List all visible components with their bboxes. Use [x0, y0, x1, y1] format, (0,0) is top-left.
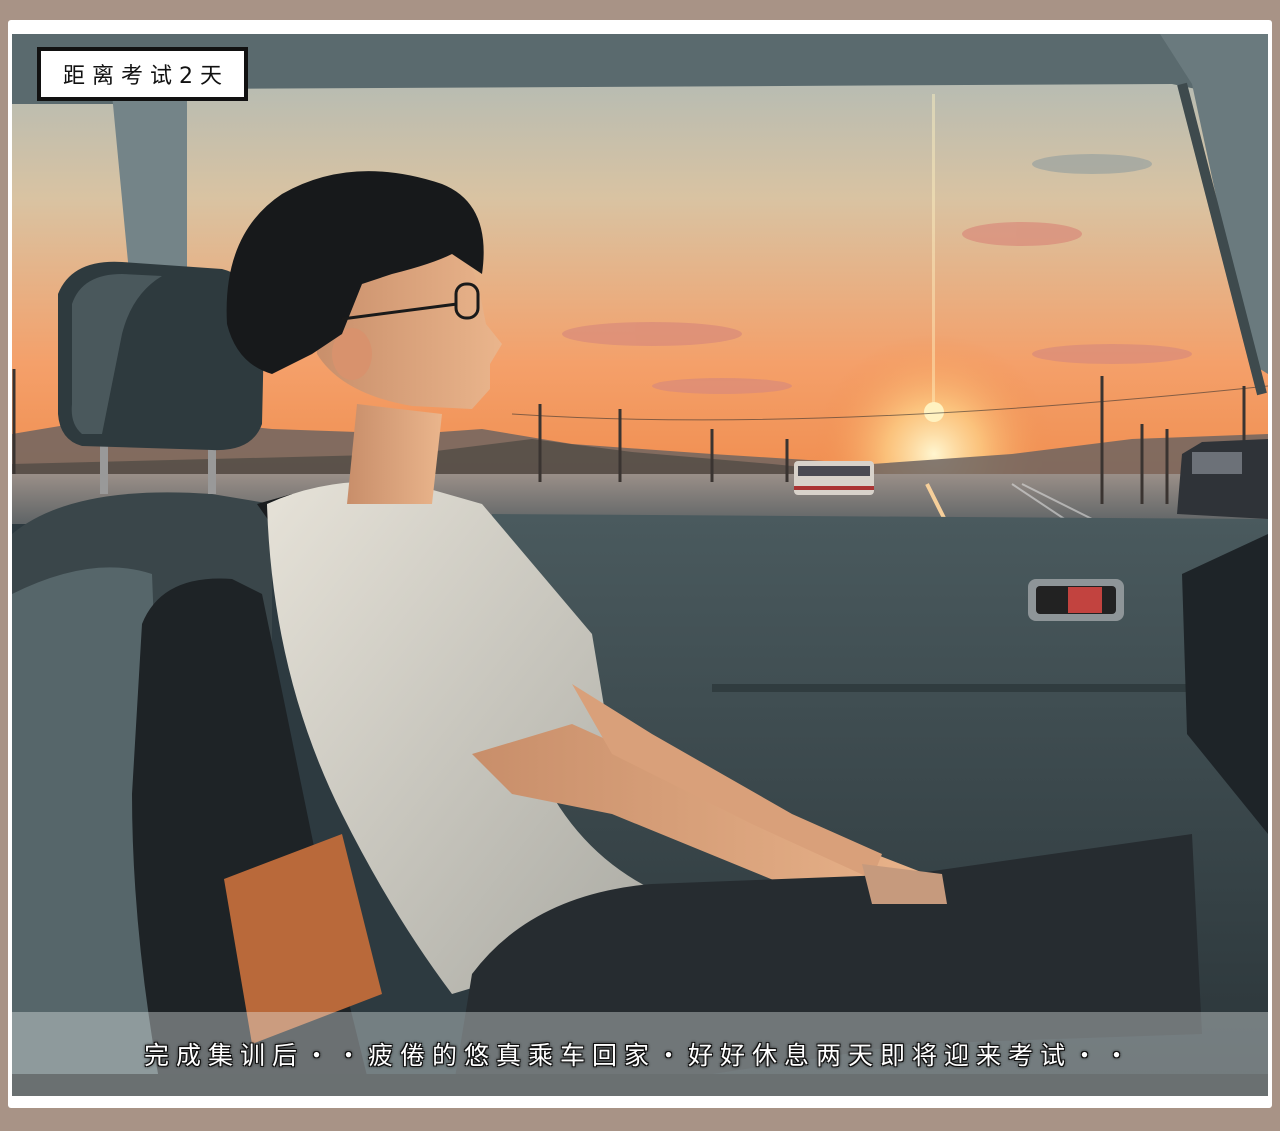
- countdown-text: 距离考试2天: [63, 64, 229, 89]
- caption-bar: 完成集训后・・疲倦的悠真乘车回家・好好休息两天即将迎来考试・・: [12, 1012, 1268, 1096]
- distant-bus: [794, 461, 874, 495]
- door-handle: [1028, 579, 1124, 621]
- caption-text: 完成集训后・・疲倦的悠真乘车回家・好好休息两天即将迎来考试・・: [143, 1041, 1136, 1070]
- illustration: [12, 34, 1268, 1096]
- countdown-badge: 距离考试2天: [37, 47, 248, 101]
- page-frame: 距离考试2天 完成集训后・・疲倦的悠真乘车回家・好好休息两天即将迎来考试・・: [0, 0, 1280, 1131]
- parked-van: [1177, 439, 1268, 519]
